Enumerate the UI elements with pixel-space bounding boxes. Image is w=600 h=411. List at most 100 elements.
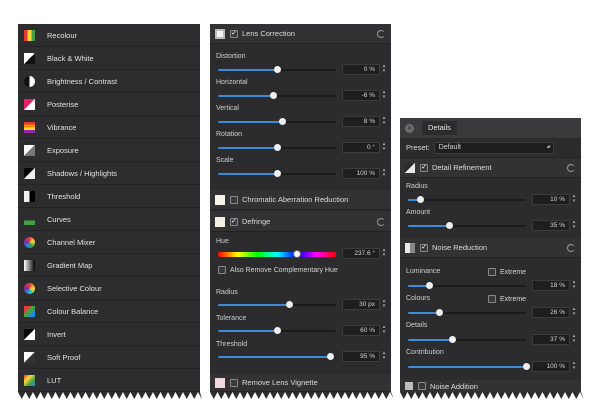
slider-thumb[interactable]	[446, 222, 454, 229]
adjustment-item[interactable]: Black & White	[18, 47, 200, 70]
lens-correction-header[interactable]: ✓ Lens Correction	[210, 24, 391, 44]
stepper-arrows-icon[interactable]: ▴ ▾	[381, 142, 387, 153]
slider-value-field[interactable]: 35 %	[532, 220, 570, 231]
slider-track[interactable]	[218, 301, 336, 308]
noise-addition-checkbox[interactable]	[418, 382, 426, 390]
extreme-checkbox[interactable]	[488, 295, 496, 303]
slider-value-field[interactable]: 26 %	[532, 307, 570, 318]
slider-track[interactable]	[218, 118, 336, 125]
stepper-arrows-icon[interactable]: ▴ ▾	[381, 90, 387, 101]
adjustment-item[interactable]: Selective Colour	[18, 277, 200, 300]
adjustment-item[interactable]: Channel Mixer	[18, 231, 200, 254]
slider-value-field[interactable]: 100 %	[342, 168, 380, 179]
slider-track[interactable]	[408, 282, 526, 289]
detail-refinement-header[interactable]: ✓ Detail Refinement	[400, 158, 581, 178]
slider-thumb[interactable]	[448, 336, 456, 343]
adjustment-item[interactable]: Posterise	[18, 93, 200, 116]
slider-track[interactable]	[218, 66, 336, 73]
slider-track[interactable]	[408, 336, 526, 343]
stepper-arrows-icon[interactable]: ▴ ▾	[381, 64, 387, 75]
extreme-option[interactable]: Extreme	[488, 295, 526, 303]
slider-value-field[interactable]: 0 %	[342, 64, 380, 75]
slider-value-field[interactable]: -6 %	[342, 90, 380, 101]
stepper-arrows-icon[interactable]: ▴ ▾	[381, 168, 387, 179]
adjustment-item[interactable]: Shadows / Highlights	[18, 162, 200, 185]
slider-value-field[interactable]: 95 %	[342, 351, 380, 362]
slider-thumb[interactable]	[274, 144, 281, 151]
chromatic-aberration-row[interactable]: Chromatic Aberration Reduction	[210, 190, 391, 210]
adjustment-item[interactable]: Curves	[18, 208, 200, 231]
complementary-hue-checkbox[interactable]	[218, 266, 226, 274]
slider-value-field[interactable]: 37 %	[532, 334, 570, 345]
stepper-arrows-icon[interactable]: ▴ ▾	[381, 116, 387, 127]
close-icon[interactable]: ✕	[405, 123, 414, 133]
hue-slider[interactable]	[218, 250, 336, 258]
defringe-header[interactable]: ✓ Defringe	[210, 212, 391, 232]
extreme-option[interactable]: Extreme	[488, 268, 526, 276]
hue-value-field[interactable]: 237.6 °	[342, 248, 380, 259]
detail-refinement-checkbox[interactable]: ✓	[420, 163, 428, 172]
stepper-arrows-icon[interactable]: ▴ ▾	[571, 194, 577, 205]
slider-value-field[interactable]: 0 °	[342, 142, 380, 153]
lens-vignette-checkbox[interactable]	[230, 378, 238, 387]
slider-thumb[interactable]	[435, 309, 443, 316]
noise-addition-row[interactable]: Noise Addition	[400, 380, 581, 392]
defringe-checkbox[interactable]: ✓	[230, 217, 238, 226]
complementary-hue-row[interactable]: Also Remove Complementary Hue	[218, 266, 338, 274]
stepper-arrows-icon[interactable]: ▴ ▾	[381, 325, 387, 336]
adjustment-item[interactable]: Vibrance	[18, 116, 200, 139]
stepper-arrows-icon[interactable]: ▴ ▾	[571, 334, 577, 345]
stepper-arrows-icon[interactable]: ▴ ▾	[571, 307, 577, 318]
stepper-arrows-icon[interactable]: ▴ ▾	[571, 280, 577, 291]
hue-stepper[interactable]: ▴ ▾	[381, 248, 387, 259]
slider-track[interactable]	[218, 92, 336, 99]
slider-thumb[interactable]	[274, 170, 281, 177]
reset-icon[interactable]	[567, 164, 575, 172]
slider-value-field[interactable]: 10 %	[532, 194, 570, 205]
stepper-arrows-icon[interactable]: ▴ ▾	[571, 361, 577, 372]
slider-track[interactable]	[408, 309, 526, 316]
slider-value-field[interactable]: 100 %	[532, 361, 570, 372]
slider-value-field[interactable]: 60 %	[342, 325, 380, 336]
slider-track[interactable]	[218, 170, 336, 177]
slider-thumb[interactable]	[270, 92, 278, 99]
slider-value-field[interactable]: 18 %	[532, 280, 570, 291]
adjustment-item[interactable]: Recolour	[18, 24, 200, 47]
slider-thumb[interactable]	[416, 196, 424, 203]
stepper-arrows-icon[interactable]: ▴ ▾	[381, 299, 387, 310]
preset-select[interactable]: Default	[433, 141, 554, 154]
slider-thumb[interactable]	[274, 66, 281, 73]
noise-reduction-header[interactable]: ✓ Noise Reduction	[400, 238, 581, 258]
slider-track[interactable]	[218, 144, 336, 151]
slider-track[interactable]	[218, 327, 336, 334]
stepper-arrows-icon[interactable]: ▴ ▾	[571, 220, 577, 231]
extreme-checkbox[interactable]	[488, 268, 496, 276]
adjustment-item[interactable]: Brightness / Contrast	[18, 70, 200, 93]
adjustment-item[interactable]: Soft Proof	[18, 346, 200, 369]
adjustment-item[interactable]: Invert	[18, 323, 200, 346]
lens-vignette-row[interactable]: Remove Lens Vignette	[210, 374, 391, 392]
slider-track[interactable]	[408, 222, 526, 229]
adjustment-item[interactable]: Exposure	[18, 139, 200, 162]
adjustment-item[interactable]: Gradient Map	[18, 254, 200, 277]
adjustment-item[interactable]: LUT	[18, 369, 200, 392]
slider-thumb[interactable]	[523, 363, 530, 370]
reset-icon[interactable]	[377, 30, 385, 38]
slider-thumb[interactable]	[285, 301, 293, 308]
reset-icon[interactable]	[567, 244, 575, 252]
slider-value-field[interactable]: 30 px	[342, 299, 380, 310]
tab-details[interactable]: Details	[422, 121, 457, 135]
adjustment-item[interactable]: Colour Balance	[18, 300, 200, 323]
reset-icon[interactable]	[377, 218, 385, 226]
slider-thumb[interactable]	[278, 118, 286, 125]
hue-slider-thumb[interactable]	[292, 250, 301, 258]
noise-reduction-checkbox[interactable]: ✓	[420, 243, 428, 252]
slider-track[interactable]	[408, 363, 530, 370]
chromatic-aberration-checkbox[interactable]	[230, 195, 238, 204]
adjustment-item[interactable]: Threshold	[18, 185, 200, 208]
lens-correction-checkbox[interactable]: ✓	[230, 29, 238, 38]
slider-thumb[interactable]	[426, 282, 434, 289]
slider-track[interactable]	[218, 353, 336, 360]
stepper-arrows-icon[interactable]: ▴ ▾	[381, 351, 387, 362]
slider-value-field[interactable]: 8 %	[342, 116, 380, 127]
